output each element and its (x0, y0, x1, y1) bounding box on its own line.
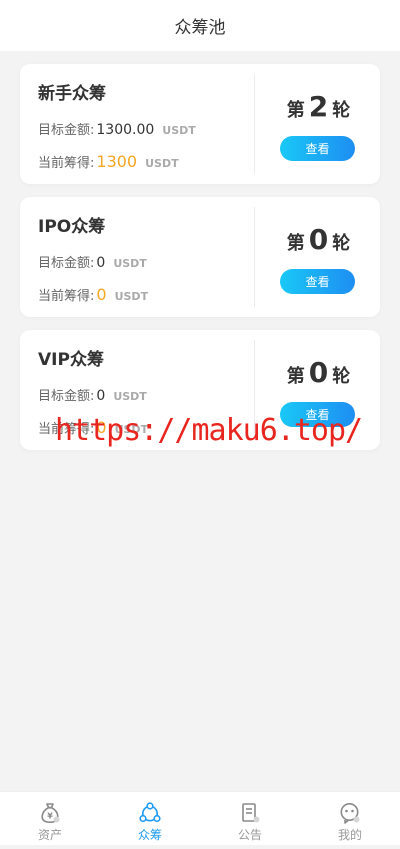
pool-title: 新手众筹 (38, 84, 106, 104)
round-indicator: 第0轮 (257, 356, 380, 389)
pool-title: IPO众筹 (38, 217, 106, 237)
tab-label: 公告 (237, 828, 262, 842)
svg-text:¥: ¥ (47, 812, 53, 821)
page-title: 众筹池 (174, 18, 226, 38)
target-amount-value: 1300.00 (96, 122, 155, 138)
round-suffix: 轮 (332, 233, 351, 254)
target-amount-value: 0 (96, 388, 106, 404)
view-button[interactable]: 查看 (280, 136, 355, 161)
tab-assets[interactable]: ¥ 资产 (0, 792, 100, 845)
target-amount-unit: USDT (113, 257, 147, 270)
pool-card-ipo: IPO众筹 目标金额: 0 USDT 当前筹得: 0 USDT 第0轮 查看 (20, 197, 380, 317)
target-amount-row: 目标金额: 0 USDT (38, 385, 147, 404)
share-network-icon (138, 801, 162, 825)
bottom-tab-bar: ¥ 资产 众筹 公告 我的 (0, 791, 400, 845)
bottom-safe-area (0, 845, 400, 849)
current-amount-value: 0 (96, 285, 107, 304)
target-amount-label: 目标金额: (38, 389, 95, 404)
card-divider (254, 74, 255, 174)
target-amount-label: 目标金额: (38, 256, 95, 271)
current-amount-label: 当前筹得: (38, 289, 95, 304)
money-bag-icon: ¥ (38, 801, 62, 825)
pool-title: VIP众筹 (38, 350, 104, 370)
round-number: 0 (308, 223, 329, 256)
current-amount-label: 当前筹得: (38, 156, 95, 171)
round-number: 0 (308, 356, 329, 389)
round-prefix: 第 (286, 100, 305, 121)
round-suffix: 轮 (332, 100, 351, 121)
target-amount-unit: USDT (113, 390, 147, 403)
target-amount-label: 目标金额: (38, 123, 95, 138)
current-amount-unit: USDT (145, 157, 179, 170)
current-amount-row: 当前筹得: 0 USDT (38, 285, 148, 304)
current-amount-row: 当前筹得: 1300 USDT (38, 152, 179, 171)
watermark-url: https://maku6.top/ (55, 413, 363, 448)
tab-crowdfunding[interactable]: 众筹 (100, 792, 200, 845)
round-suffix: 轮 (332, 366, 351, 387)
target-amount-unit: USDT (162, 124, 196, 137)
user-face-icon (338, 801, 362, 825)
tab-label: 众筹 (137, 828, 162, 842)
target-amount-row: 目标金额: 1300.00 USDT (38, 119, 196, 138)
round-prefix: 第 (286, 233, 305, 254)
round-indicator: 第0轮 (257, 223, 380, 256)
tab-announcements[interactable]: 公告 (200, 792, 300, 845)
target-amount-row: 目标金额: 0 USDT (38, 252, 147, 271)
tab-profile[interactable]: 我的 (300, 792, 400, 845)
round-prefix: 第 (286, 366, 305, 387)
round-number: 2 (308, 90, 329, 123)
pool-card-newbie: 新手众筹 目标金额: 1300.00 USDT 当前筹得: 1300 USDT … (20, 64, 380, 184)
page-header: 众筹池 (0, 0, 400, 51)
card-divider (254, 207, 255, 307)
tab-label: 资产 (37, 828, 62, 842)
current-amount-unit: USDT (114, 290, 149, 303)
current-amount-value: 1300 (96, 152, 138, 171)
round-indicator: 第2轮 (257, 90, 380, 123)
view-button[interactable]: 查看 (280, 269, 355, 294)
tab-label: 我的 (337, 828, 362, 842)
document-icon (238, 801, 262, 825)
target-amount-value: 0 (96, 255, 106, 271)
